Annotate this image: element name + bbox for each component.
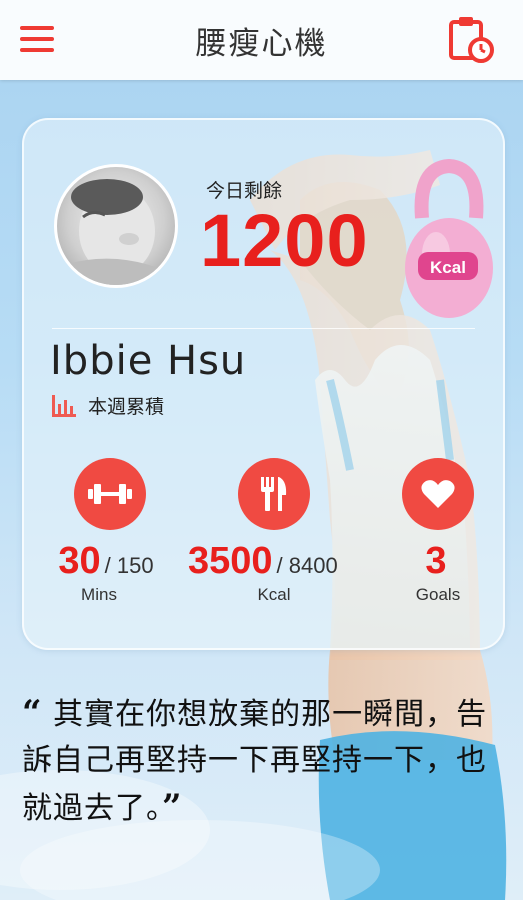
kettlebell-icon: Kcal xyxy=(405,158,493,318)
goals-button[interactable] xyxy=(402,458,474,530)
bar-chart-icon xyxy=(52,395,76,417)
quote-close-mark: ” xyxy=(162,787,183,827)
kettlebell-label: Kcal xyxy=(430,258,466,277)
summary-card: 今日剩餘 1200 Kcal Ibbie Hsu 本週累積 30 / 150 M… xyxy=(22,118,505,650)
motivational-quote: “ 其實在你想放棄的那一瞬間，告訴自己再堅持一下再堅持一下，也就過去了。” xyxy=(22,690,502,832)
exercise-minutes-value: 30 xyxy=(58,540,101,582)
exercise-minutes-caption: Mins xyxy=(81,585,117,604)
timer-button[interactable] xyxy=(445,14,497,66)
top-app-bar: 腰瘦心機 xyxy=(0,0,523,80)
diet-button[interactable] xyxy=(238,458,310,530)
calories-goal: / 8400 xyxy=(276,553,338,578)
goals-value: 3 xyxy=(425,540,447,582)
calories-caption: Kcal xyxy=(257,585,291,604)
user-name: Ibbie Hsu xyxy=(50,338,247,384)
app-screen: 腰瘦心機 今日剩餘 1200 Kcal Ibbie Hsu 本週累積 30 / … xyxy=(0,0,523,900)
dumbbell-icon xyxy=(88,484,132,504)
avatar-photo xyxy=(57,179,175,285)
quote-open-mark: “ xyxy=(22,693,43,733)
remaining-calories-value: 1200 xyxy=(200,199,369,282)
calories-value: 3500 xyxy=(188,540,273,582)
clipboard-stopwatch-icon xyxy=(449,17,494,63)
exercise-minutes-goal: / 150 xyxy=(104,553,154,578)
exercise-button[interactable] xyxy=(74,458,146,530)
stat-calories: 3500/ 8400 Kcal xyxy=(188,458,338,605)
weekly-summary-label: 本週累積 xyxy=(88,396,165,418)
heart-icon xyxy=(421,480,455,508)
stat-goals: 3 Goals xyxy=(388,458,488,605)
quote-text: 其實在你想放棄的那一瞬間，告訴自己再堅持一下再堅持一下，也就過去了。 xyxy=(22,697,488,826)
goals-caption: Goals xyxy=(415,585,461,604)
avatar[interactable] xyxy=(54,164,178,288)
stat-exercise: 30/ 150 Mins xyxy=(58,458,160,605)
fork-knife-icon xyxy=(261,477,287,511)
card-divider xyxy=(52,328,475,329)
